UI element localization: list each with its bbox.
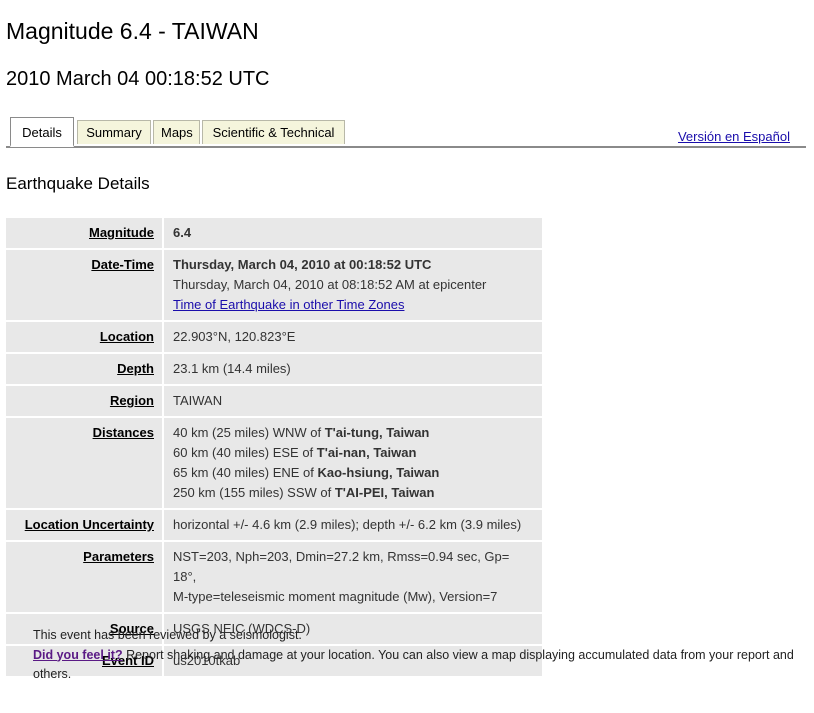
feel-it-paragraph: Did you feel it? Report shaking and dama… (33, 646, 808, 685)
location-value: 22.903°N, 120.823°E (164, 322, 542, 352)
table-row: Depth 23.1 km (14.4 miles) (6, 354, 542, 384)
distances-label-link[interactable]: Distances (93, 425, 154, 440)
tab-scientific-technical[interactable]: Scientific & Technical (202, 120, 345, 144)
tab-summary[interactable]: Summary (77, 120, 151, 144)
table-row: Location 22.903°N, 120.823°E (6, 322, 542, 352)
depth-label-link[interactable]: Depth (117, 361, 154, 376)
table-row: Date-Time Thursday, March 04, 2010 at 00… (6, 250, 542, 320)
reviewed-note: This event has been reviewed by a seismo… (33, 628, 302, 642)
page-subtitle: 2010 March 04 00:18:52 UTC (6, 68, 270, 90)
table-row: Location Uncertainty horizontal +/- 4.6 … (6, 510, 542, 540)
parameters-line-1: NST=203, Nph=203, Dmin=27.2 km, Rmss=0.9… (173, 549, 510, 584)
region-value: TAIWAN (164, 386, 542, 416)
datetime-label-link[interactable]: Date-Time (91, 257, 154, 272)
table-row: Distances 40 km (25 miles) WNW of T'ai-t… (6, 418, 542, 508)
magnitude-label-link[interactable]: Magnitude (89, 225, 154, 240)
table-row: Region TAIWAN (6, 386, 542, 416)
distance-item: 40 km (25 miles) WNW of T'ai-tung, Taiwa… (173, 425, 430, 440)
datetime-utc: Thursday, March 04, 2010 at 00:18:52 UTC (173, 257, 432, 272)
tab-details[interactable]: Details (10, 117, 74, 147)
page-title: Magnitude 6.4 - TAIWAN (6, 18, 259, 44)
tab-maps[interactable]: Maps (153, 120, 200, 144)
magnitude-value: 6.4 (164, 218, 542, 248)
depth-value: 23.1 km (14.4 miles) (164, 354, 542, 384)
distance-item: 250 km (155 miles) SSW of T'AI-PEI, Taiw… (173, 485, 435, 500)
parameters-label-link[interactable]: Parameters (83, 549, 154, 564)
footer-notes: This event has been reviewed by a seismo… (33, 626, 808, 685)
section-heading: Earthquake Details (6, 174, 150, 193)
region-label-link[interactable]: Region (110, 393, 154, 408)
tab-bar: Details Summary Maps Scientific & Techni… (6, 117, 806, 148)
distance-item: 65 km (40 miles) ENE of Kao-hsiung, Taiw… (173, 465, 440, 480)
feel-it-text: Report shaking and damage at your locati… (33, 647, 794, 682)
location-label-link[interactable]: Location (100, 329, 154, 344)
distance-item: 60 km (40 miles) ESE of T'ai-nan, Taiwan (173, 445, 417, 460)
parameters-line-2: M-type=teleseismic moment magnitude (Mw)… (173, 589, 498, 604)
uncertainty-value: horizontal +/- 4.6 km (2.9 miles); depth… (164, 510, 542, 540)
table-row: Magnitude 6.4 (6, 218, 542, 248)
did-you-feel-it-link[interactable]: Did you feel it? (33, 648, 123, 662)
time-zones-link[interactable]: Time of Earthquake in other Time Zones (173, 297, 404, 312)
spanish-version-link[interactable]: Versión en Español (678, 129, 790, 144)
details-table: Magnitude 6.4 Date-Time Thursday, March … (6, 216, 542, 678)
table-row: Parameters NST=203, Nph=203, Dmin=27.2 k… (6, 542, 542, 612)
datetime-local: Thursday, March 04, 2010 at 08:18:52 AM … (173, 277, 487, 292)
uncertainty-label-link[interactable]: Location Uncertainty (25, 517, 154, 532)
